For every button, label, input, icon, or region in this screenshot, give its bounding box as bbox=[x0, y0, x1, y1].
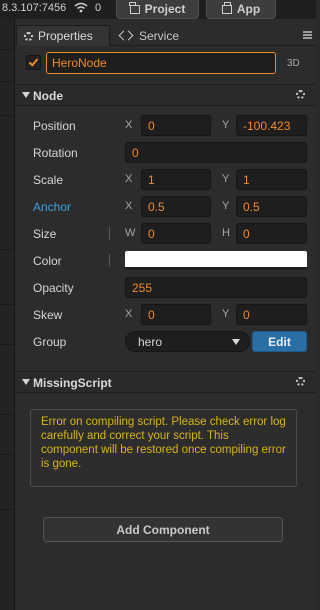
gear-icon[interactable] bbox=[296, 377, 305, 386]
code-icon bbox=[119, 31, 134, 41]
gear-icon bbox=[24, 31, 33, 41]
server-address: 8.3.107:7456 bbox=[2, 2, 67, 14]
node-header: HeroNode 3D bbox=[16, 51, 316, 75]
axis-label-h: H bbox=[222, 227, 230, 239]
property-position: Position X 0 Y -100.423 bbox=[16, 114, 316, 138]
group-select-value: hero bbox=[138, 335, 163, 349]
panel-menu-icon[interactable] bbox=[303, 31, 312, 39]
tab-properties-label: Properties bbox=[38, 29, 93, 43]
skew-x-input[interactable]: 0 bbox=[141, 304, 211, 325]
missing-script-section-header[interactable]: MissingScript bbox=[16, 371, 316, 393]
axis-label-x: X bbox=[125, 119, 133, 131]
toggle-3d-button[interactable]: 3D bbox=[287, 58, 300, 69]
property-label: Group bbox=[33, 335, 67, 349]
property-label: Position bbox=[33, 119, 76, 133]
property-skew: Skew X 0 Y 0 bbox=[16, 303, 316, 327]
connection-count: 0 bbox=[95, 2, 102, 14]
property-label: Skew bbox=[33, 308, 63, 322]
chevron-down-icon bbox=[232, 339, 240, 345]
property-size: Size W 0 H 0 bbox=[16, 222, 316, 246]
axis-label-x: X bbox=[125, 173, 133, 185]
project-button-label: Project bbox=[144, 2, 186, 16]
property-label: Scale bbox=[33, 173, 64, 187]
node-section-title: Node bbox=[33, 89, 63, 103]
briefcase-icon bbox=[221, 1, 232, 14]
checkmark-icon bbox=[28, 56, 39, 67]
position-y-input[interactable]: -100.423 bbox=[236, 115, 307, 136]
axis-label-x: X bbox=[125, 308, 133, 320]
property-scale: Scale X 1 Y 1 bbox=[16, 168, 316, 192]
color-picker-swatch[interactable] bbox=[125, 251, 307, 270]
node-section-header[interactable]: Node bbox=[16, 84, 316, 106]
axis-label-x: X bbox=[125, 200, 133, 212]
missing-script-title: MissingScript bbox=[33, 376, 112, 390]
error-message: Error on compiling script. Please check … bbox=[30, 409, 297, 487]
property-label: Rotation bbox=[33, 146, 78, 160]
property-anchor: Anchor X 0.5 Y 0.5 bbox=[16, 195, 316, 219]
tab-service[interactable]: Service bbox=[119, 25, 179, 46]
app-button[interactable]: App bbox=[206, 0, 276, 19]
axis-label-y: Y bbox=[222, 308, 230, 320]
inspector-panel: Properties Service HeroNode 3D Node Posi… bbox=[16, 19, 316, 610]
add-component-button[interactable]: Add Component bbox=[43, 517, 283, 542]
property-color: Color bbox=[16, 249, 316, 273]
group-select[interactable]: hero bbox=[125, 331, 250, 352]
wifi-icon bbox=[74, 2, 88, 16]
property-label: Opacity bbox=[33, 281, 74, 295]
collapse-arrow-icon[interactable] bbox=[22, 379, 30, 385]
node-enabled-checkbox[interactable] bbox=[26, 55, 41, 70]
opacity-input[interactable]: 255 bbox=[125, 277, 307, 298]
property-opacity: Opacity 255 bbox=[16, 276, 316, 300]
skew-y-input[interactable]: 0 bbox=[236, 304, 307, 325]
position-x-input[interactable]: 0 bbox=[141, 115, 211, 136]
size-height-input[interactable]: 0 bbox=[236, 223, 307, 244]
axis-label-y: Y bbox=[222, 173, 230, 185]
anchor-link[interactable]: Anchor bbox=[33, 200, 71, 214]
gear-icon[interactable] bbox=[296, 90, 305, 99]
project-button[interactable]: Project bbox=[116, 0, 199, 19]
property-group: Group hero Edit bbox=[16, 330, 316, 354]
tab-service-label: Service bbox=[139, 28, 180, 43]
app-button-label: App bbox=[236, 2, 261, 16]
anchor-y-input[interactable]: 0.5 bbox=[236, 196, 307, 217]
scale-x-input[interactable]: 1 bbox=[141, 169, 211, 190]
property-rotation: Rotation 0 bbox=[16, 141, 316, 165]
drag-handle[interactable] bbox=[109, 227, 110, 240]
folder-icon bbox=[129, 1, 140, 14]
edit-group-button[interactable]: Edit bbox=[252, 331, 307, 352]
tab-properties[interactable]: Properties bbox=[16, 25, 110, 46]
collapse-arrow-icon[interactable] bbox=[22, 92, 30, 98]
drag-handle[interactable] bbox=[109, 254, 110, 267]
node-name-input[interactable]: HeroNode bbox=[46, 52, 276, 74]
axis-label-y: Y bbox=[222, 119, 230, 131]
anchor-x-input[interactable]: 0.5 bbox=[141, 196, 211, 217]
size-width-input[interactable]: 0 bbox=[141, 223, 211, 244]
rotation-input[interactable]: 0 bbox=[125, 142, 307, 163]
axis-label-w: W bbox=[125, 227, 136, 239]
property-label: Color bbox=[33, 254, 62, 268]
panel-tab-bar: Properties Service bbox=[16, 25, 316, 46]
top-toolbar: 8.3.107:7456 0 Project App bbox=[0, 0, 316, 19]
property-label: Size bbox=[33, 227, 57, 241]
axis-label-y: Y bbox=[222, 200, 230, 212]
scale-y-input[interactable]: 1 bbox=[236, 169, 307, 190]
adjacent-panel-edge bbox=[0, 19, 15, 610]
